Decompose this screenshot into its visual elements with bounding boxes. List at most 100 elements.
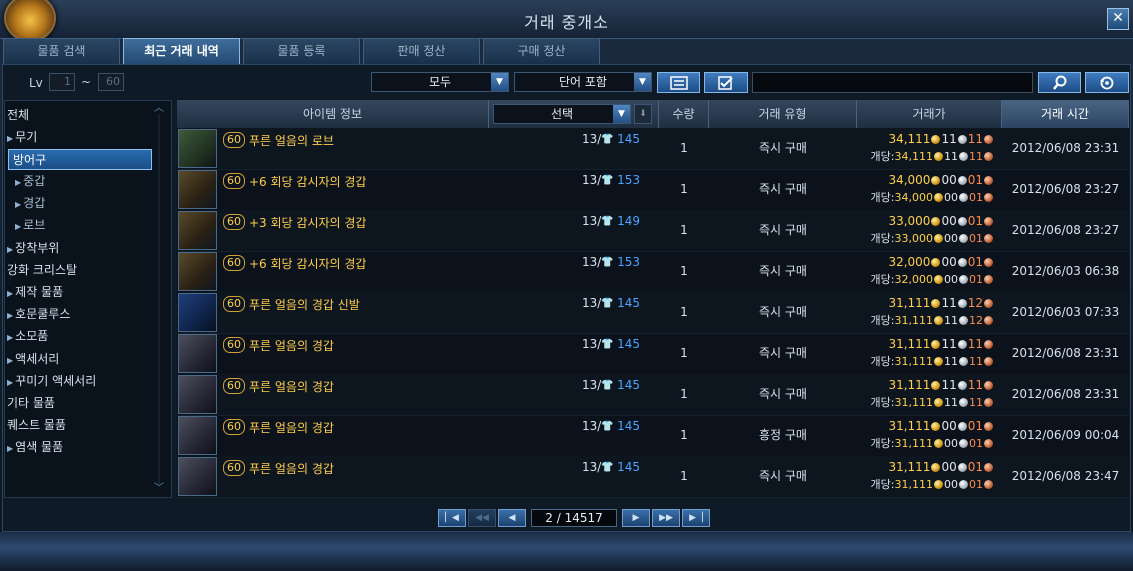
trade-time-cell: 2012/06/08 23:27 bbox=[1011, 223, 1120, 237]
table-row[interactable]: 60 푸른 얼음의 경갑 13/👕 145 1 즉시 구매 31,111 11 11 개당:31… bbox=[177, 374, 1129, 416]
gold-coin-icon bbox=[934, 234, 943, 243]
table-row[interactable]: 60 +6 회당 감시자의 경갑 13/👕 153 1 즉시 구매 34,000 00 01 개… bbox=[177, 169, 1129, 211]
durability-max: 153 bbox=[617, 173, 641, 187]
expand-arrow-icon: ▶ bbox=[15, 222, 22, 231]
header-trade-time[interactable]: 거래 시간 bbox=[1002, 100, 1129, 128]
silver-amount: 11 bbox=[941, 296, 957, 310]
next-ten-pages-button[interactable]: ▶▶ bbox=[652, 509, 680, 527]
close-button[interactable]: ✕ bbox=[1107, 8, 1129, 30]
table-row[interactable]: 60 푸른 얼음의 로브 13/👕 145 1 즉시 구매 34,111 11 11 개당:34… bbox=[177, 128, 1129, 170]
prev-page-button[interactable]: ◀ bbox=[498, 509, 526, 527]
tab-sale-settlement[interactable]: 판매 정산 bbox=[363, 38, 480, 64]
item-list-button[interactable] bbox=[657, 72, 700, 93]
copper-amount: 01 bbox=[967, 460, 983, 474]
copper-coin-icon bbox=[984, 152, 993, 161]
tab-purchase-settlement[interactable]: 구매 정산 bbox=[483, 38, 600, 64]
gold-amount: 32,000 bbox=[888, 255, 931, 269]
header-price[interactable]: 거래가 bbox=[857, 100, 1002, 128]
refresh-icon bbox=[1100, 76, 1114, 90]
copper-coin-icon bbox=[984, 480, 993, 489]
header-trade-type[interactable]: 거래 유형 bbox=[709, 100, 857, 128]
silver-amount: 00 bbox=[941, 255, 957, 269]
search-input[interactable] bbox=[752, 72, 1033, 93]
table-row[interactable]: 60 +6 회당 감시자의 경갑 13/👕 153 1 즉시 구매 32,000 00 01 개… bbox=[177, 251, 1129, 293]
match-mode-dropdown[interactable]: 단어 포함 ▼ bbox=[514, 72, 652, 92]
tab-recent-trades[interactable]: 최근 거래 내역 bbox=[123, 38, 240, 64]
chest-armor-icon[interactable] bbox=[178, 375, 217, 414]
sidebar-item[interactable]: ▶ 경갑 bbox=[15, 193, 45, 214]
sidebar-item[interactable]: ▶ 액세서리 bbox=[7, 349, 59, 370]
item-name[interactable]: 푸른 얼음의 경갑 bbox=[249, 378, 334, 395]
chest-armor-icon[interactable] bbox=[178, 416, 217, 455]
select-dropdown[interactable]: 선택 ▼ bbox=[493, 104, 631, 124]
sidebar-item[interactable]: 강화 크리스탈 bbox=[7, 260, 77, 281]
leather-armor-icon[interactable] bbox=[178, 170, 217, 209]
sidebar-scrollbar[interactable]: ︿ ﹀ bbox=[150, 100, 168, 498]
sidebar-item[interactable]: ▶ 장착부위 bbox=[7, 238, 59, 259]
item-name[interactable]: +6 회당 감시자의 경갑 bbox=[249, 173, 366, 190]
total-price: 33,000 00 01 bbox=[871, 213, 994, 230]
sort-order-button[interactable]: ⬇ bbox=[634, 104, 652, 124]
category-dropdown[interactable]: 모두 ▼ bbox=[371, 72, 509, 92]
gold-coin-icon bbox=[931, 421, 941, 431]
next-page-button[interactable]: ▶ bbox=[622, 509, 650, 527]
sidebar-item[interactable]: ▶ 소모품 bbox=[7, 326, 48, 347]
unit-price-label: 개당: bbox=[870, 232, 895, 245]
sidebar-item[interactable]: 전체 bbox=[7, 105, 29, 126]
level-max-input[interactable]: 60 bbox=[98, 73, 124, 91]
item-name[interactable]: 푸른 얼음의 경갑 bbox=[249, 419, 334, 436]
header-quantity[interactable]: 수량 bbox=[659, 100, 709, 128]
table-row[interactable]: 60 푸른 얼음의 경갑 13/👕 145 1 즉시 구매 31,111 00 01 개당:31… bbox=[177, 456, 1129, 498]
sidebar-item[interactable]: ▶ 중갑 bbox=[15, 171, 45, 192]
chest-armor-icon[interactable] bbox=[178, 457, 217, 496]
table-row[interactable]: 60 푸른 얼음의 경갑 신발 13/👕 145 1 즉시 구매 31,111 11 12 개당… bbox=[177, 292, 1129, 334]
item-name[interactable]: 푸른 얼음의 경갑 신발 bbox=[249, 296, 360, 313]
prev-ten-pages-button[interactable]: ◀◀ bbox=[468, 509, 496, 527]
table-row[interactable]: 60 푸른 얼음의 경갑 13/👕 145 1 즉시 구매 31,111 11 11 개당:31… bbox=[177, 333, 1129, 375]
item-durability: 13/👕 153 bbox=[582, 173, 640, 187]
level-min-input[interactable]: 1 bbox=[49, 73, 75, 91]
unit-price: 개당:31,111 11 11 bbox=[871, 394, 994, 411]
boots-icon[interactable] bbox=[178, 293, 217, 332]
title-bar[interactable]: 거래 중개소 ✕ bbox=[0, 0, 1133, 42]
item-name[interactable]: 푸른 얼음의 경갑 bbox=[249, 337, 334, 354]
robe-armor-icon[interactable] bbox=[178, 129, 217, 168]
leather-armor-icon[interactable] bbox=[178, 252, 217, 291]
total-price: 31,111 11 12 bbox=[871, 295, 994, 312]
last-page-button[interactable]: ▶▕ bbox=[682, 509, 710, 527]
expand-arrow-icon: ▶ bbox=[15, 200, 22, 209]
table-row[interactable]: 60 +3 회당 감시자의 경갑 13/👕 149 1 즉시 구매 33,000 00 01 개… bbox=[177, 210, 1129, 252]
gold-coin-icon bbox=[931, 175, 941, 185]
durability-max: 145 bbox=[617, 378, 641, 392]
leather-armor-icon[interactable] bbox=[178, 211, 217, 250]
sidebar-item[interactable]: ▶ 무기 bbox=[7, 127, 37, 148]
gold-coin-icon bbox=[934, 439, 943, 448]
item-level-badge: 60 bbox=[223, 255, 245, 271]
sidebar-item[interactable]: ▶ 제작 물품 bbox=[7, 282, 63, 303]
sidebar-item[interactable]: ▶ 염색 물품 bbox=[7, 437, 63, 458]
unit-price-label: 개당: bbox=[870, 478, 895, 491]
sidebar-item[interactable]: 방어구 bbox=[8, 149, 152, 170]
sidebar-item[interactable]: ▶ 로브 bbox=[15, 215, 45, 236]
item-name[interactable]: 푸른 얼음의 로브 bbox=[249, 132, 334, 149]
sidebar-item[interactable]: ▶ 호문쿨루스 bbox=[7, 304, 70, 325]
sidebar-item[interactable]: 기타 물품 bbox=[7, 393, 55, 414]
scroll-down-icon[interactable]: ﹀ bbox=[153, 484, 165, 494]
scroll-up-icon[interactable]: ︿ bbox=[153, 104, 165, 114]
tab-item-register[interactable]: 물품 등록 bbox=[243, 38, 360, 64]
item-name[interactable]: +6 회당 감시자의 경갑 bbox=[249, 255, 366, 272]
tab-item-search[interactable]: 물품 검색 bbox=[3, 38, 120, 64]
refresh-button[interactable] bbox=[1085, 72, 1129, 93]
quantity-cell: 1 bbox=[680, 387, 688, 401]
sidebar-item[interactable]: 퀘스트 물품 bbox=[7, 415, 66, 436]
sidebar-item[interactable]: ▶ 꾸미기 액세서리 bbox=[7, 371, 96, 392]
table-row[interactable]: 60 푸른 얼음의 경갑 13/👕 145 1 흥정 구매 31,111 00 01 개당:31… bbox=[177, 415, 1129, 457]
checkbox-filter-button[interactable] bbox=[704, 72, 748, 93]
header-item-info[interactable]: 아이템 정보 bbox=[177, 100, 489, 128]
first-page-button[interactable]: ▏◀ bbox=[438, 509, 466, 527]
search-button[interactable] bbox=[1038, 72, 1081, 93]
chest-armor-icon[interactable] bbox=[178, 334, 217, 373]
item-name[interactable]: 푸른 얼음의 경갑 bbox=[249, 460, 334, 477]
scroll-track[interactable] bbox=[158, 114, 160, 484]
item-name[interactable]: +3 회당 감시자의 경갑 bbox=[249, 214, 366, 231]
